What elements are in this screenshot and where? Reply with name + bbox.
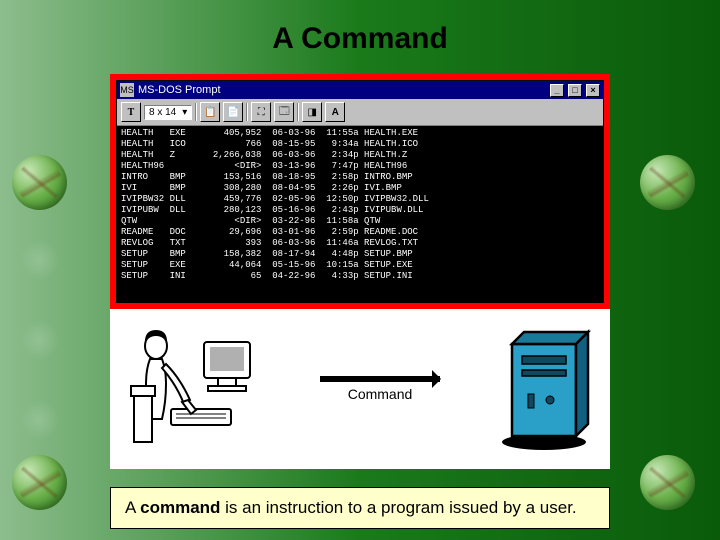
window-title-text: MS-DOS Prompt xyxy=(138,84,221,96)
close-button[interactable]: × xyxy=(586,84,600,97)
globe-decoration xyxy=(12,155,67,210)
diagram-panel: Command xyxy=(110,309,610,469)
dos-window: MS MS-DOS Prompt _ □ × T 8 x 14 ▾ 📋 📄 ⛶ … xyxy=(116,80,604,303)
definition-term: command xyxy=(140,498,220,517)
window-titlebar: MS MS-DOS Prompt _ □ × xyxy=(117,81,603,99)
font-size-select[interactable]: 8 x 14 ▾ xyxy=(144,105,192,120)
definition-suffix: is an instruction to a program issued by… xyxy=(220,498,576,517)
globe-decoration xyxy=(640,455,695,510)
copy-icon[interactable]: 📋 xyxy=(200,102,220,122)
chevron-down-icon: ▾ xyxy=(182,107,187,118)
minimize-button[interactable]: _ xyxy=(550,84,564,97)
globe-decoration xyxy=(640,155,695,210)
maximize-button[interactable]: □ xyxy=(568,84,582,97)
background-icon[interactable]: ◨ xyxy=(302,102,322,122)
slide-title: A Command xyxy=(0,0,720,56)
control-menu-icon[interactable]: MS xyxy=(120,83,134,97)
terminal-output: HEALTH EXE 405,952 06-03-96 11:55a HEALT… xyxy=(117,126,603,302)
fullscreen-icon[interactable]: ⛶ xyxy=(251,102,271,122)
font-size-value: 8 x 14 xyxy=(149,107,176,118)
definition-prefix: A xyxy=(125,498,140,517)
screenshot-frame: MS MS-DOS Prompt _ □ × T 8 x 14 ▾ 📋 📄 ⛶ … xyxy=(110,74,610,309)
computer-tower-illustration xyxy=(494,324,594,454)
dos-toolbar: T 8 x 14 ▾ 📋 📄 ⛶ 🗔 ◨ A xyxy=(117,99,603,126)
arrow-label: Command xyxy=(348,386,413,402)
font-a-icon[interactable]: A xyxy=(325,102,345,122)
definition-box: A command is an instruction to a program… xyxy=(110,487,610,529)
paste-icon[interactable]: 📄 xyxy=(223,102,243,122)
user-at-computer-illustration xyxy=(126,324,266,454)
arrow-icon xyxy=(320,376,440,382)
globe-decoration xyxy=(12,455,67,510)
properties-icon[interactable]: 🗔 xyxy=(274,102,294,122)
mark-icon[interactable]: T xyxy=(121,102,141,122)
